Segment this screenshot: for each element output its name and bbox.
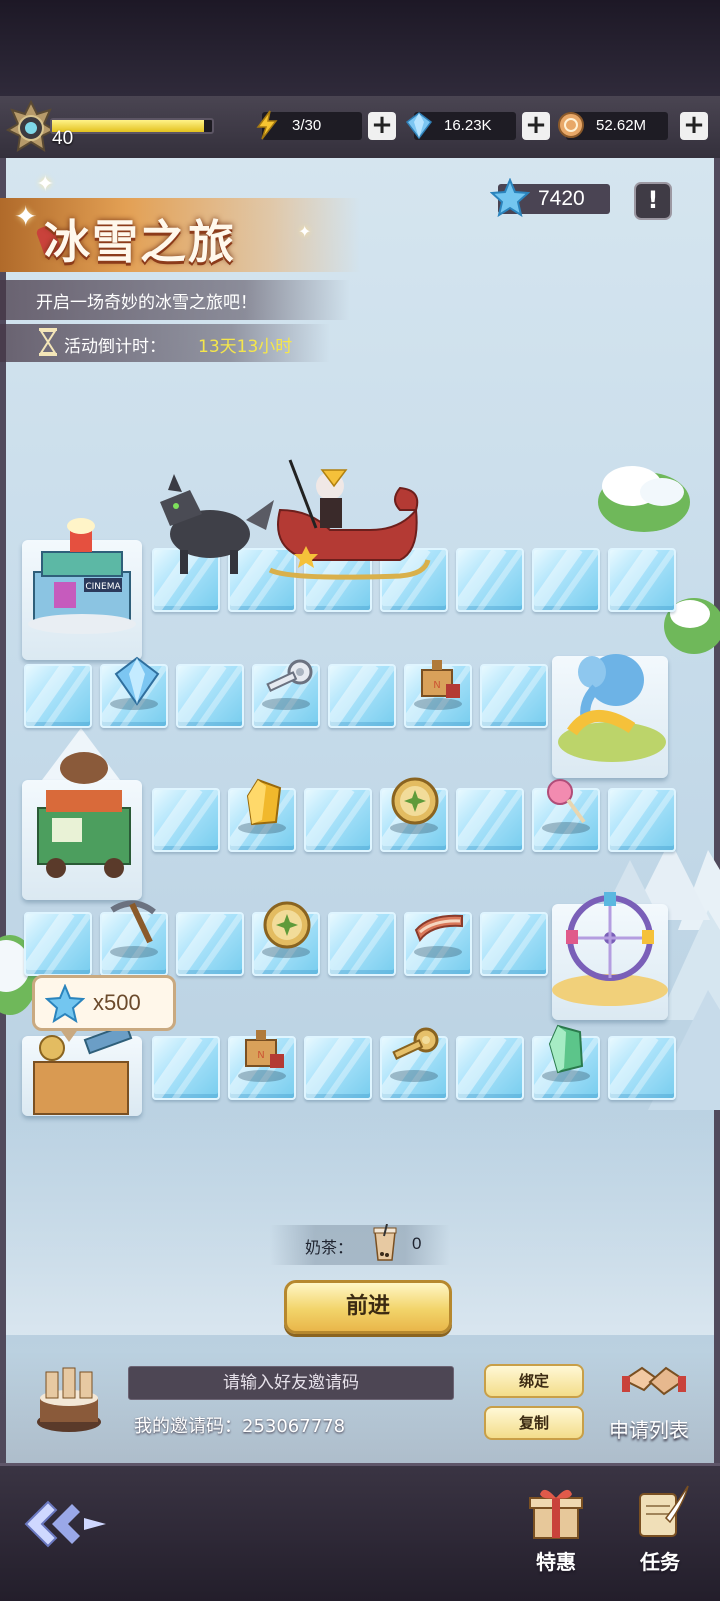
clover-coin-icon (391, 777, 439, 825)
star-icon (490, 178, 530, 218)
building-tile-teahouse[interactable] (22, 752, 142, 900)
board-tile[interactable] (328, 912, 396, 976)
info-button[interactable]: ! (634, 182, 672, 220)
apply-list-label[interactable]: 申请列表 (609, 1414, 689, 1443)
board-tile[interactable] (608, 1036, 676, 1100)
board-tile[interactable] (456, 548, 524, 612)
scroll-quill-icon (639, 1485, 689, 1537)
countdown-label: 活动倒计时： (64, 337, 166, 357)
copy-button[interactable]: 复制 (484, 1406, 584, 1440)
svg-text:N: N (257, 1050, 264, 1061)
building-tile-cinema[interactable]: CINEMA (22, 518, 142, 660)
star-icon (45, 984, 85, 1024)
invite-code-input[interactable]: 请输入好友邀请码 (128, 1366, 454, 1400)
add-diamonds-button[interactable]: + (522, 112, 550, 140)
coin-icon (558, 112, 584, 138)
coin-counter: 52.62M (558, 112, 668, 140)
tasks-nav-button[interactable]: 任务 (620, 1482, 700, 1582)
xp-bar-fill (52, 120, 204, 132)
lightning-icon (256, 110, 278, 140)
my-invite-code: 我的邀请码：253067778 (134, 1416, 346, 1437)
diamond-icon (114, 656, 160, 706)
board-tile[interactable] (456, 1036, 524, 1100)
tasks-label: 任务 (640, 1550, 680, 1574)
energy-value: 3/30 (292, 117, 322, 134)
bind-button[interactable]: 绑定 (484, 1364, 584, 1398)
countdown-value: 13天13小时 (198, 337, 293, 357)
advance-button[interactable]: 前进 (284, 1280, 452, 1334)
coin-value: 52.62M (596, 117, 647, 134)
observatory-icon (33, 1023, 133, 1115)
ferris-wheel-icon (552, 892, 668, 1006)
elephant-slide-icon (558, 654, 666, 762)
building-tile-elephant-park[interactable] (552, 654, 668, 778)
svg-text:CINEMA: CINEMA (85, 582, 121, 592)
level-badge-icon[interactable] (6, 100, 56, 154)
board-tile[interactable] (304, 788, 372, 852)
reward-bubble: x500 (32, 975, 176, 1042)
board-tile[interactable] (328, 664, 396, 728)
deals-nav-button[interactable]: 特惠 (516, 1482, 596, 1582)
board-tile[interactable] (608, 788, 676, 852)
board-tile[interactable] (456, 788, 524, 852)
lollipop-icon (547, 779, 586, 824)
board-tile[interactable] (24, 664, 92, 728)
event-subtitle: 开启一场奇妙的冰雪之旅吧！ (36, 293, 257, 313)
green-crystal-icon (548, 1024, 584, 1074)
deals-label: 特惠 (536, 1550, 576, 1574)
diamond-icon (405, 112, 433, 140)
star-points-value: 7420 (538, 187, 585, 210)
building-tile-observatory[interactable] (22, 1023, 142, 1116)
toolbox-icon: N (245, 1030, 284, 1068)
board-tile[interactable] (176, 912, 244, 976)
key-icon (392, 1027, 439, 1060)
board-tile[interactable] (480, 912, 548, 976)
sleigh-player-token[interactable] (250, 450, 440, 590)
milk-tea-label: 奶茶： (305, 1238, 354, 1257)
sparkle-icon: ✦ (14, 200, 38, 233)
milk-tea-count: 0 (412, 1234, 422, 1253)
handshake-icon[interactable] (622, 1360, 686, 1408)
sparkle-icon: ✦ (36, 172, 55, 197)
board-tile[interactable] (24, 912, 92, 976)
toolbox-icon: N (421, 660, 460, 698)
board-tile[interactable] (532, 548, 600, 612)
building-tile-ferris-wheel[interactable] (552, 892, 668, 1020)
milk-tea-bar (270, 1225, 450, 1265)
board-tile[interactable] (304, 1036, 372, 1100)
teahouse-cart-icon (37, 752, 131, 878)
add-energy-button[interactable]: + (368, 112, 396, 140)
board-tile[interactable] (152, 788, 220, 852)
sparkle-icon: ✦ (298, 222, 312, 241)
pickaxe-icon (110, 900, 156, 944)
board-tile[interactable] (480, 664, 548, 728)
add-coins-button[interactable]: + (680, 112, 708, 140)
hourglass-icon (39, 328, 57, 356)
gold-crystal-icon (246, 778, 282, 826)
energy-counter: 3/30 (256, 110, 362, 140)
gift-box-icon (529, 1489, 583, 1539)
cinema-building-icon: CINEMA (28, 518, 136, 634)
player-level: 40 (52, 128, 74, 149)
diamond-value: 16.23K (444, 117, 492, 134)
star-points-counter: 7420 (490, 178, 610, 218)
snowy-bush-decoration (598, 466, 690, 532)
board-tile[interactable] (176, 664, 244, 728)
diamond-counter: 16.23K (405, 112, 516, 140)
milk-tea-icon (373, 1224, 397, 1261)
board-tile[interactable] (608, 548, 676, 612)
event-title: 冰雪之旅 (44, 215, 236, 269)
key-icon (266, 659, 313, 692)
bacon-icon (414, 914, 463, 943)
svg-text:N: N (433, 680, 440, 691)
clover-coin-icon (263, 901, 311, 949)
top-band (0, 0, 720, 96)
board-tile[interactable] (152, 1036, 220, 1100)
reward-amount: x500 (93, 990, 141, 1015)
back-arrow-icon[interactable] (22, 1496, 110, 1552)
xp-bar (50, 118, 214, 134)
milk-tea-cake-icon (37, 1367, 101, 1432)
